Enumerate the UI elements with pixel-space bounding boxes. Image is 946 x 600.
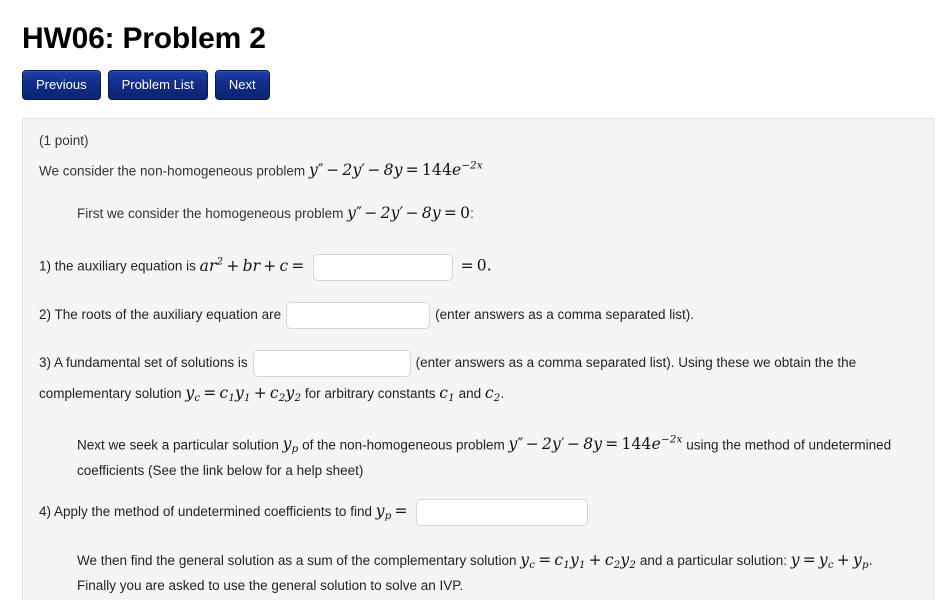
question-4-label: 4) Apply the method of undetermined coef… (39, 503, 372, 519)
points-label: (1 point) (39, 133, 89, 148)
question-3-input[interactable] (252, 349, 411, 377)
question-3-period: . (500, 385, 505, 401)
general-yc-math: yc = c1y1 + c2y2 (520, 550, 637, 571)
general-text-3: Finally you are asked to use the general… (77, 578, 464, 594)
question-3-hint: (enter answers as a comma separated list… (415, 354, 857, 370)
homogeneous-colon: : (470, 206, 474, 222)
intro-line: We consider the non-homogeneous problem … (39, 152, 917, 186)
complementary-solution-math: yc = c1y1 + c2y2 (185, 383, 302, 404)
complementary-solution-text: complementary solution (39, 385, 182, 401)
question-3: 3) A fundamental set of solutions is (ent… (39, 347, 917, 414)
particular-equation-math: y″ −2y′ −8y = 144e−2x (508, 434, 683, 453)
problem-page: HW06: Problem 2 Previous Problem List Ne… (0, 0, 946, 600)
homogeneous-text: First we consider the homogeneous proble… (77, 206, 344, 222)
homogeneous-equation: y″ −2y′ −8y = 0 (347, 204, 471, 223)
question-1-label: 1) the auxiliary equation is (39, 258, 196, 274)
question-1-input[interactable] (312, 253, 453, 281)
problem-list-button[interactable]: Problem List (107, 70, 208, 100)
question-4-input[interactable] (415, 498, 588, 526)
question-1-lhs-math: ar2 + br + c = (199, 256, 305, 275)
yp-math: yp (282, 434, 299, 455)
arbitrary-constants-text: for arbitrary constants (304, 385, 436, 401)
question-2: 2) The roots of the auxiliary equation a… (39, 299, 917, 330)
intro-text: We consider the non-homogeneous problem (39, 163, 306, 179)
constant-c2-math: c2 (484, 383, 501, 404)
intro-equation: y″ −2y′ −8y = 144e−2x (308, 161, 483, 180)
homogeneous-line: First we consider the homogeneous proble… (77, 198, 907, 229)
question-1-rhs-math: = 0. (460, 256, 492, 275)
previous-button[interactable]: Previous (22, 70, 101, 100)
question-3-label: 3) A fundamental set of solutions is (39, 354, 248, 370)
general-y-math: y = yc + yp (790, 550, 869, 571)
and-text-q3: and (458, 385, 482, 401)
navigation-bar: Previous Problem List Next (0, 56, 946, 100)
constant-c1-math: c1 (439, 383, 455, 404)
question-4-yp-math: yp = (375, 501, 408, 522)
general-solution-paragraph: We then find the general solution as a s… (77, 550, 907, 597)
question-1: 1) the auxiliary equation is ar2 + br + c = = 0… (39, 246, 917, 281)
question-4: 4) Apply the method of undetermined coef… (39, 496, 917, 532)
question-2-input[interactable] (286, 301, 431, 329)
problem-panel: (1 point) We consider the non-homogeneou… (22, 118, 934, 600)
particular-text-2: of the non-homogeneous problem (302, 436, 505, 452)
particular-text-1: Next we seek a particular solution (77, 436, 279, 452)
question-2-hint: (enter answers as a comma separated list… (435, 306, 695, 322)
question-2-label: 2) The roots of the auxiliary equation a… (39, 306, 282, 322)
next-button[interactable]: Next (214, 70, 270, 100)
general-text-2: and a particular solution: (639, 552, 787, 568)
particular-solution-paragraph: Next we seek a particular solution yp of… (77, 430, 907, 481)
general-text-1: We then find the general solution as a s… (77, 552, 517, 568)
page-title: HW06: Problem 2 (22, 22, 266, 55)
question-3-line2: complementary solution yc = c1y1 + c2y2 for … (39, 378, 917, 414)
general-period: . (868, 552, 873, 568)
